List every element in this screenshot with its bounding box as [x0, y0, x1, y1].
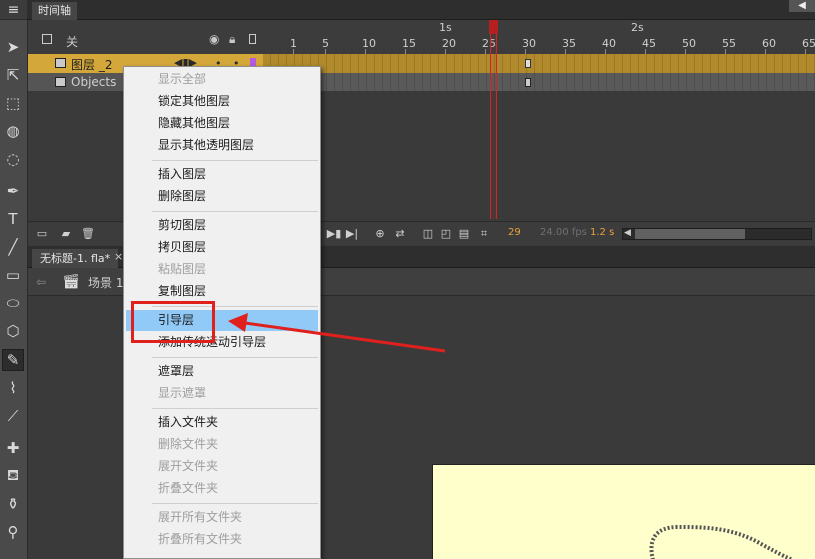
- menu-item[interactable]: 插入文件夹: [126, 412, 318, 433]
- layer-name[interactable]: Objects: [71, 75, 116, 89]
- layer-frames[interactable]: [263, 54, 815, 73]
- free-transform-icon[interactable]: ⬚: [2, 92, 24, 114]
- tab-timeline[interactable]: 时间轴: [32, 2, 77, 20]
- scene-label[interactable]: 场景 1: [88, 274, 123, 291]
- line-icon[interactable]: ╱: [2, 236, 24, 258]
- loop-icon[interactable]: ⇄: [392, 226, 408, 242]
- frame-rate[interactable]: 24.00 fps: [540, 227, 587, 238]
- menu-item: 粘贴图层: [158, 262, 207, 276]
- close-icon[interactable]: ×: [114, 250, 123, 263]
- modify-markers-icon[interactable]: ⌗: [476, 226, 492, 242]
- lock-icon[interactable]: 🔒︎: [229, 32, 235, 47]
- layer-settings-icon[interactable]: [42, 34, 52, 44]
- go-to-end-icon[interactable]: ▶|: [344, 226, 360, 242]
- paint-brush-icon[interactable]: ⟋: [2, 405, 24, 427]
- menu-item: 显示全部: [158, 72, 207, 86]
- elapsed-time[interactable]: 1.2 s: [590, 227, 614, 238]
- tab-document[interactable]: 无标题-1. fla*: [32, 249, 119, 268]
- delete-icon[interactable]: 🗑︎: [80, 226, 96, 242]
- menu-separator: [152, 357, 318, 358]
- new-folder-icon[interactable]: ▰: [58, 226, 74, 242]
- scene-clapper-icon: 🎬︎: [62, 274, 80, 290]
- menu-item: 展开文件夹: [158, 459, 219, 473]
- keyframe-marker[interactable]: [525, 59, 531, 68]
- layer-icon: [55, 77, 66, 87]
- selection-tool-icon[interactable]: ➤: [2, 36, 24, 58]
- back-arrow-icon[interactable]: ⇦: [36, 275, 46, 289]
- eyedropper-icon[interactable]: ⚲: [2, 521, 24, 543]
- rectangle-icon[interactable]: ▭: [2, 264, 24, 286]
- menu-separator: [152, 211, 318, 212]
- step-forward-icon[interactable]: ▶▮: [326, 226, 342, 242]
- onion-skin-icon[interactable]: ◫: [420, 226, 436, 242]
- onion-outline-icon[interactable]: ◰: [438, 226, 454, 242]
- menu-item[interactable]: 插入图层: [126, 164, 318, 185]
- menu-item[interactable]: 拷贝图层: [126, 237, 318, 258]
- oval-icon[interactable]: ⬭: [2, 292, 24, 314]
- ruler-second-label: 2s: [631, 21, 644, 34]
- menu-item[interactable]: 隐藏其他图层: [126, 113, 318, 134]
- panel-menu-icon[interactable]: ≡: [0, 0, 27, 20]
- menu-item: 删除文件夹: [158, 437, 219, 451]
- layer-frames[interactable]: [263, 73, 815, 92]
- layer-icon: [55, 58, 66, 68]
- menu-separator: [152, 160, 318, 161]
- timeline-tab-strip: 时间轴 ◀: [28, 0, 815, 20]
- menu-separator: [152, 408, 318, 409]
- scroll-thumb[interactable]: [635, 229, 745, 239]
- ruler-frame-label: 65: [802, 37, 815, 50]
- text-icon[interactable]: T: [2, 208, 24, 230]
- tools-panel: ≡ ➤ ⇱ ⬚ ◍ ◌ ✒ T ╱ ▭ ⬭ ⬡ ✎ ⌇ ⟋ ✚ ⛾ ⚱ ⚲: [0, 0, 28, 559]
- drawn-shape-outline: [649, 524, 794, 559]
- pencil-icon[interactable]: ✎: [2, 349, 24, 371]
- timeline-scrollbar[interactable]: ◀: [622, 228, 812, 240]
- menu-item: 折叠文件夹: [158, 481, 219, 495]
- menu-item[interactable]: 剪切图层: [126, 215, 318, 236]
- layer-name[interactable]: 图层 _2: [71, 56, 112, 73]
- edit-multiple-frames-icon[interactable]: ▤: [456, 226, 472, 242]
- layer-column-header: 关 ◉ 🔒︎: [28, 20, 263, 54]
- annotation-highlight-box: [131, 301, 215, 343]
- menu-item[interactable]: 显示其他透明图层: [126, 135, 318, 156]
- bone-icon[interactable]: ✚: [2, 437, 24, 459]
- playhead[interactable]: [490, 20, 497, 219]
- lasso-icon[interactable]: ◌: [2, 148, 24, 170]
- paint-bucket-icon[interactable]: ⛾: [2, 465, 24, 487]
- ink-bottle-icon[interactable]: ⚱: [2, 493, 24, 515]
- menu-item: 展开所有文件夹: [158, 510, 243, 524]
- new-layer-icon[interactable]: ▭: [34, 226, 50, 242]
- layer-header-label: 关: [66, 35, 79, 49]
- timeline-header: 关 ◉ 🔒︎ 1 5 10 15 20 25 30 35 40 45 50 55 60 65 1s 2s: [28, 20, 815, 54]
- menu-item[interactable]: 复制图层: [126, 281, 318, 302]
- stage[interactable]: [432, 464, 815, 559]
- subselection-tool-icon[interactable]: ⇱: [2, 64, 24, 86]
- menu-item[interactable]: 遮罩层: [126, 361, 318, 382]
- collapse-icon[interactable]: ◀: [789, 0, 815, 12]
- pen-icon[interactable]: ✒: [2, 180, 24, 202]
- menu-item[interactable]: 锁定其他图层: [126, 91, 318, 112]
- frame-ruler[interactable]: 1 5 10 15 20 25 30 35 40 45 50 55 60 65 1s 2s: [263, 20, 815, 54]
- scroll-left-icon[interactable]: ◀: [624, 228, 631, 238]
- keyframe-marker[interactable]: [525, 78, 531, 87]
- center-frame-icon[interactable]: ⊕: [372, 226, 388, 242]
- playhead-handle[interactable]: [489, 20, 498, 34]
- animate-workspace: { "timeline": { "tab_title": "时间轴", "lay…: [0, 0, 815, 559]
- menu-separator: [152, 503, 318, 504]
- eye-icon[interactable]: ◉: [209, 32, 219, 46]
- brush-icon[interactable]: ⌇: [2, 377, 24, 399]
- ruler-second-label: 1s: [439, 21, 452, 34]
- current-frame[interactable]: 29: [508, 227, 521, 238]
- menu-item[interactable]: 删除图层: [126, 186, 318, 207]
- menu-item: 折叠所有文件夹: [158, 532, 243, 546]
- 3d-rotation-icon[interactable]: ◍: [2, 120, 24, 142]
- polystar-icon[interactable]: ⬡: [2, 320, 24, 342]
- outline-icon[interactable]: [249, 34, 256, 44]
- menu-item: 显示遮罩: [158, 386, 207, 400]
